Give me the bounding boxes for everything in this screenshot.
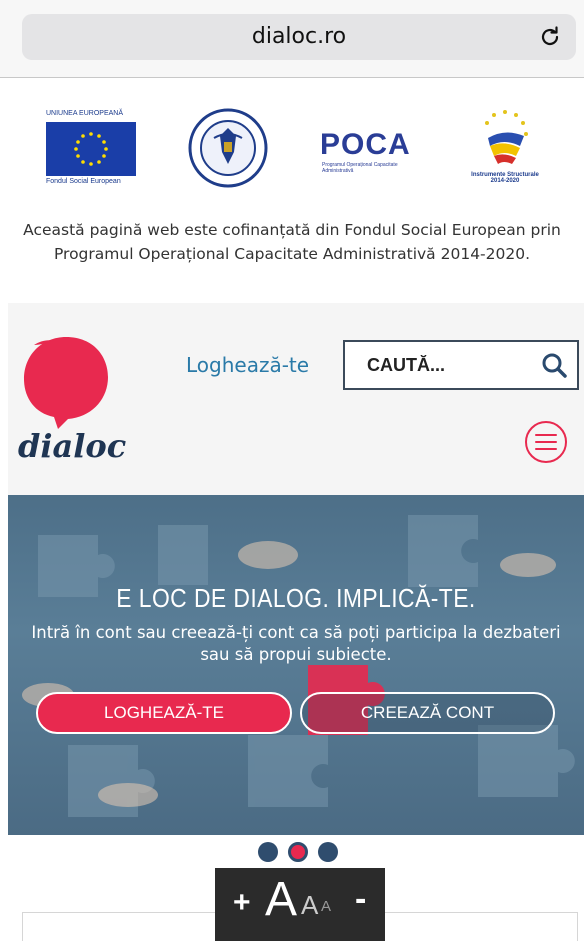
- structural-instruments-caption: Instrumente Structurale 2014-2020: [471, 172, 539, 184]
- eu-caption-top: UNIUNEA EUROPEANĂ: [46, 110, 124, 117]
- structural-instruments-icon: [485, 110, 528, 164]
- login-link[interactable]: Loghează-te: [186, 353, 309, 377]
- government-seal-icon: [188, 108, 268, 188]
- search-icon[interactable]: [541, 352, 567, 378]
- browser-toolbar: dialoc.ro: [0, 0, 584, 78]
- partner-logos: UNIUNEA EUROPEANĂ Fondul Social European…: [0, 100, 584, 200]
- carousel-dot[interactable]: [318, 842, 338, 862]
- hero-subtitle: Intră în cont sau creează-ți cont ca să …: [31, 623, 561, 664]
- font-size-small-glyph: A: [321, 898, 332, 915]
- structural-instruments-logo: Instrumente Structurale 2014-2020: [466, 106, 544, 196]
- carousel-dot-active[interactable]: [288, 842, 308, 862]
- brand-text: dialoc: [18, 427, 126, 463]
- address-bar[interactable]: dialoc.ro: [22, 14, 576, 60]
- url-text[interactable]: dialoc.ro: [22, 14, 576, 60]
- eu-logo: UNIUNEA EUROPEANĂ Fondul Social European: [46, 110, 136, 188]
- carousel-dot[interactable]: [258, 842, 278, 862]
- hero-create-account-button[interactable]: CREEAZĂ CONT: [300, 692, 555, 734]
- hamburger-menu-icon[interactable]: [524, 420, 568, 464]
- cofinance-note: Această pagină web este cofinanțată din …: [23, 221, 561, 263]
- search-input[interactable]: [345, 342, 525, 388]
- font-size-medium-glyph: A: [301, 890, 319, 920]
- hero-title: E LOC DE DIALOG. IMPLICĂ-TE.: [116, 583, 476, 613]
- font-size-large-glyph: A: [265, 873, 298, 926]
- search-box: [343, 340, 579, 390]
- font-size-widget: + A A A -: [215, 868, 385, 941]
- site-header: dialoc Loghează-te: [8, 303, 584, 495]
- poca-subtitle: Programul Operațional Capacitate Adminis…: [322, 162, 398, 174]
- hero-banner: E LOC DE DIALOG. IMPLICĂ-TE. Intră în co…: [8, 495, 584, 835]
- increase-font-button[interactable]: +: [233, 886, 251, 920]
- eu-flag-icon: [46, 122, 136, 176]
- poca-logo: POCA Programul Operațional Capacitate Ad…: [320, 128, 420, 178]
- eu-caption-bottom: Fondul Social European: [46, 178, 121, 185]
- decrease-font-button[interactable]: -: [355, 880, 366, 919]
- poca-title: POCA: [320, 128, 411, 161]
- dialoc-logo[interactable]: dialoc: [16, 333, 126, 465]
- hero-login-button[interactable]: LOGHEAZĂ-TE: [36, 692, 292, 734]
- carousel-dots: [256, 842, 346, 864]
- reload-icon[interactable]: [538, 25, 562, 49]
